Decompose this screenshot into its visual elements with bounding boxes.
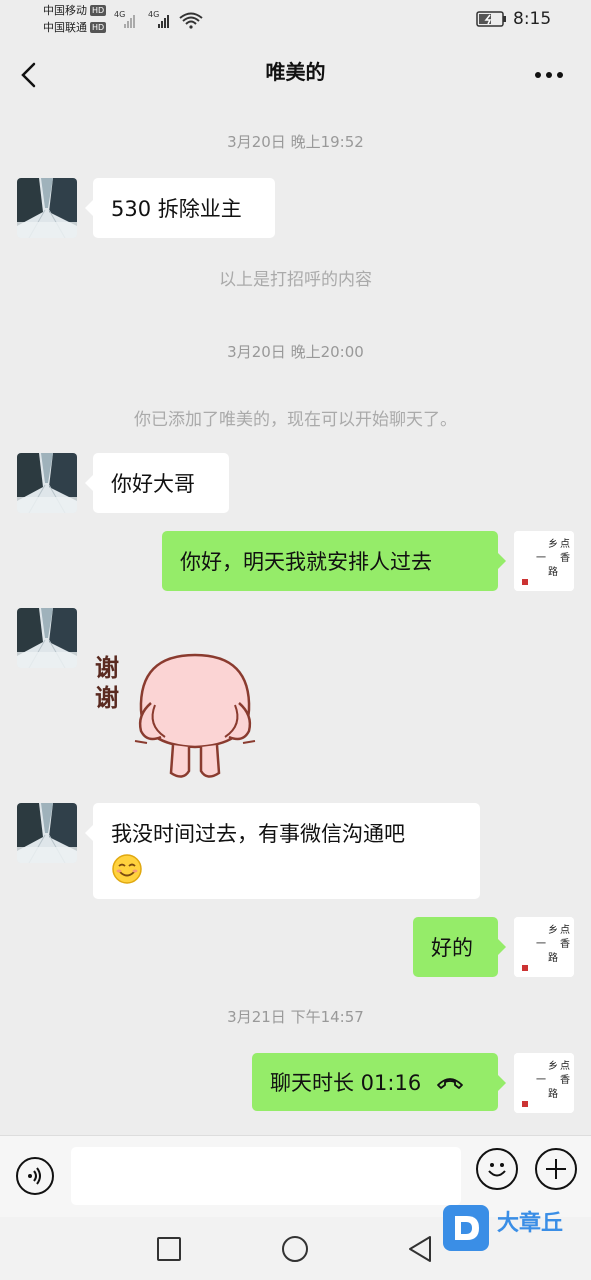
svg-text:一: 一 bbox=[536, 1075, 546, 1086]
timestamp: 3月20日 晚上20:00 bbox=[227, 343, 364, 361]
triangle-nav-icon[interactable] bbox=[406, 1234, 434, 1264]
svg-text:香: 香 bbox=[560, 938, 570, 950]
svg-text:乡: 乡 bbox=[548, 924, 558, 936]
svg-text:乡: 乡 bbox=[548, 1060, 558, 1072]
my-avatar[interactable]: 乡 点 一 香 路 bbox=[514, 1053, 574, 1113]
system-notice: 以上是打招呼的内容 bbox=[219, 270, 372, 290]
contact-avatar[interactable] bbox=[17, 803, 77, 863]
phone-icon bbox=[437, 1078, 464, 1089]
svg-text:乡: 乡 bbox=[548, 538, 558, 550]
watermark-text: 大章丘 bbox=[497, 1211, 564, 1236]
clock-time: 8:15 bbox=[513, 9, 552, 29]
message-text: 聊天时长 01:16 bbox=[270, 1071, 422, 1095]
plus-icon[interactable] bbox=[535, 1148, 577, 1190]
snow-forest-image bbox=[17, 803, 77, 863]
signal-icon: 4G 4G bbox=[114, 10, 203, 29]
battery-icon bbox=[476, 11, 506, 27]
svg-text:点: 点 bbox=[560, 1060, 570, 1072]
system-nav-bar: 大章丘 bbox=[0, 1205, 591, 1280]
voice-icon[interactable] bbox=[16, 1157, 54, 1195]
snow-forest-image bbox=[17, 608, 77, 668]
pink-blob-sticker-image bbox=[134, 653, 256, 778]
message-bubble-outgoing[interactable]: 好的 bbox=[413, 917, 506, 977]
message-bubble-incoming[interactable]: 你好大哥 bbox=[85, 453, 229, 513]
my-avatar[interactable]: 乡 点 一 香 路 bbox=[514, 531, 574, 591]
svg-text:点: 点 bbox=[560, 538, 570, 550]
contact-avatar[interactable] bbox=[17, 608, 77, 668]
message-bubble-outgoing[interactable]: 你好，明天我就安排人过去 bbox=[162, 531, 506, 591]
snow-forest-image bbox=[17, 453, 77, 513]
sticker-message[interactable]: 谢谢 bbox=[95, 645, 265, 785]
circle-nav-icon[interactable] bbox=[281, 1235, 309, 1263]
chat-title: 唯美的 bbox=[265, 60, 326, 84]
sticker-caption: 谢谢 bbox=[95, 654, 119, 712]
emoji-icon[interactable] bbox=[476, 1148, 518, 1190]
more-icon[interactable] bbox=[534, 69, 566, 81]
carrier-2: 中国联通 HD bbox=[43, 21, 107, 34]
message-bubble-incoming[interactable]: 我没时间过去，有事微信沟通吧 bbox=[85, 803, 480, 899]
smile-emoji-icon bbox=[112, 854, 142, 884]
square-nav-icon[interactable] bbox=[156, 1236, 182, 1262]
calligraphy-avatar-image: 乡 点 一 香 路 bbox=[514, 531, 574, 591]
svg-text:4G: 4G bbox=[148, 10, 159, 19]
message-text: 我没时间过去，有事微信沟通吧 bbox=[111, 822, 405, 846]
message-text: 530 拆除业主 bbox=[111, 197, 242, 221]
message-input[interactable] bbox=[71, 1147, 461, 1205]
calligraphy-avatar-image: 乡 点 一 香 路 bbox=[514, 917, 574, 977]
call-record-bubble[interactable]: 聊天时长 01:16 bbox=[252, 1053, 506, 1111]
svg-text:一: 一 bbox=[536, 939, 546, 950]
message-text: 你好大哥 bbox=[111, 472, 195, 496]
carrier-1: 中国移动 HD bbox=[43, 4, 107, 17]
timestamp: 3月21日 下午14:57 bbox=[227, 1008, 364, 1026]
watermark-logo-icon bbox=[443, 1205, 489, 1251]
calligraphy-avatar-image: 乡 点 一 香 路 bbox=[514, 1053, 574, 1113]
svg-text:路: 路 bbox=[548, 1087, 558, 1100]
svg-text:4G: 4G bbox=[114, 10, 125, 19]
svg-text:路: 路 bbox=[548, 951, 558, 964]
contact-avatar[interactable] bbox=[17, 178, 77, 238]
svg-text:香: 香 bbox=[560, 552, 570, 564]
svg-text:香: 香 bbox=[560, 1074, 570, 1086]
snow-forest-image bbox=[17, 178, 77, 238]
contact-avatar[interactable] bbox=[17, 453, 77, 513]
message-bubble-incoming[interactable]: 530 拆除业主 bbox=[85, 178, 275, 238]
svg-text:路: 路 bbox=[548, 565, 558, 578]
svg-text:点: 点 bbox=[560, 924, 570, 936]
svg-text:一: 一 bbox=[536, 553, 546, 564]
message-text: 你好，明天我就安排人过去 bbox=[180, 550, 432, 574]
my-avatar[interactable]: 乡 点 一 香 路 bbox=[514, 917, 574, 977]
message-text: 好的 bbox=[431, 936, 473, 960]
system-notice: 你已添加了唯美的，现在可以开始聊天了。 bbox=[134, 410, 457, 430]
status-bar: 中国移动 HD 中国联通 HD 4G 4G 8:15 bbox=[0, 0, 591, 40]
timestamp: 3月20日 晚上19:52 bbox=[227, 133, 364, 151]
